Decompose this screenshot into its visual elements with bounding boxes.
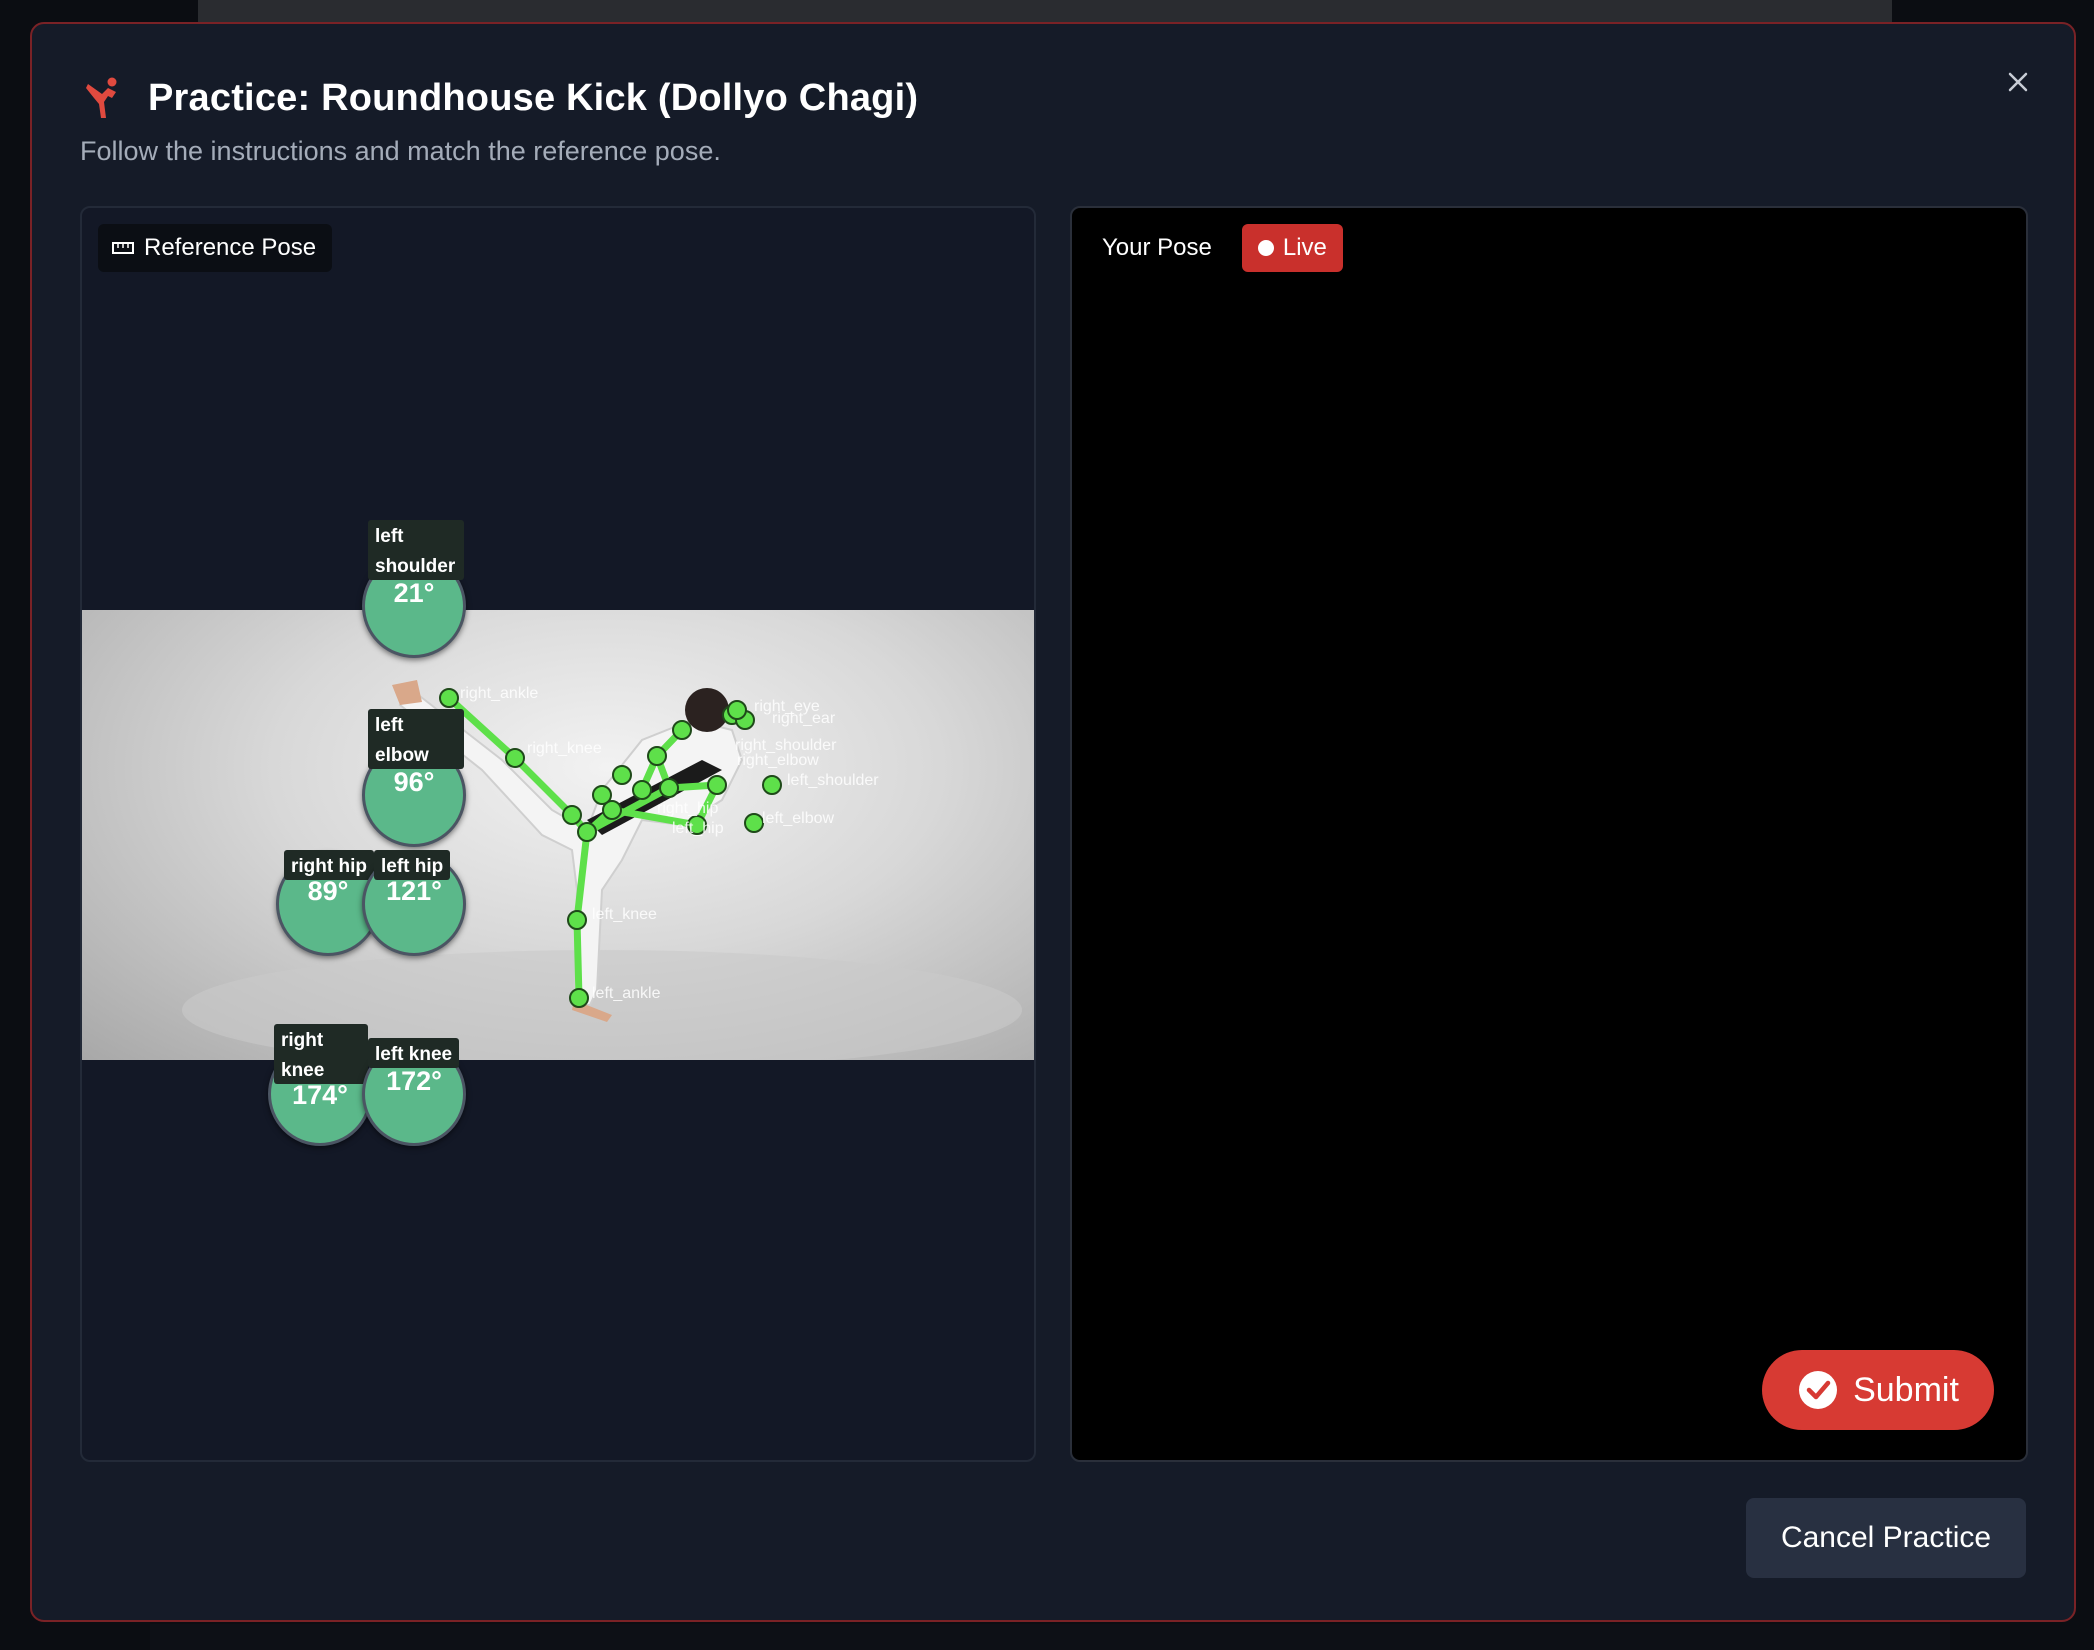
angle-joint-label: right knee [274, 1024, 368, 1084]
keypoint-label: right_ankle [460, 685, 539, 702]
keypoint-label: left_knee [592, 906, 657, 923]
angle-value: 121° [386, 876, 442, 906]
background-page-bottom [150, 1624, 1950, 1650]
record-dot-icon [1257, 240, 1274, 256]
reference-photo: right_ankle right_knee right_eye right_e… [82, 610, 1034, 1060]
your-pose-header: Your Pose Live [1102, 224, 1343, 272]
keypoint-label: right_elbow [737, 752, 819, 769]
check-circle-icon [1799, 1371, 1838, 1409]
angle-value: 172° [386, 1066, 442, 1096]
live-status-text: Live [1282, 234, 1327, 261]
background-page [198, 0, 1892, 24]
ruler-icon [112, 242, 134, 254]
live-status-badge: Live [1241, 224, 1343, 272]
close-icon[interactable] [1998, 62, 2038, 102]
keypoint-label: left_hip [672, 820, 724, 837]
reference-pose-label: Reference Pose [98, 224, 333, 272]
submit-button[interactable]: Submit [1762, 1350, 1994, 1430]
angle-value: 21° [393, 578, 435, 608]
angle-value: 96° [393, 767, 435, 797]
modal-subtitle: Follow the instructions and match the re… [80, 136, 721, 166]
modal-header: Practice: Roundhouse Kick (Dollyo Chagi) [82, 74, 918, 122]
keypoint-label: left_ankle [592, 985, 661, 1002]
keypoint-label: right_knee [527, 740, 602, 757]
angle-value: 174° [292, 1080, 348, 1110]
martial-arts-kick-icon [86, 77, 117, 118]
keypoint-label: right_hip [657, 800, 719, 817]
practice-modal: Practice: Roundhouse Kick (Dollyo Chagi)… [30, 22, 2076, 1622]
keypoint-label: left_shoulder [787, 772, 879, 789]
angle-joint-label: left elbow [368, 709, 464, 769]
pose-skeleton-overlay [182, 680, 1022, 1060]
keypoint-label: right_ear [772, 710, 836, 727]
modal-title: Practice: Roundhouse Kick (Dollyo Chagi) [148, 76, 919, 119]
your-pose-label: Your Pose [1102, 234, 1212, 261]
submit-label: Submit [1853, 1370, 1959, 1409]
angle-joint-label: left shoulder [368, 520, 464, 580]
your-pose-panel: Your Pose Live Submit [1070, 206, 2028, 1462]
cancel-practice-button[interactable]: Cancel Practice [1746, 1498, 2026, 1578]
angle-joint-label: left knee [368, 1038, 460, 1068]
keypoint-label: left_elbow [762, 810, 835, 827]
reference-pose-panel: Reference Pose right_ankle right_knee ri… [80, 206, 1036, 1462]
reference-pose-text: Reference Pose [144, 234, 317, 261]
